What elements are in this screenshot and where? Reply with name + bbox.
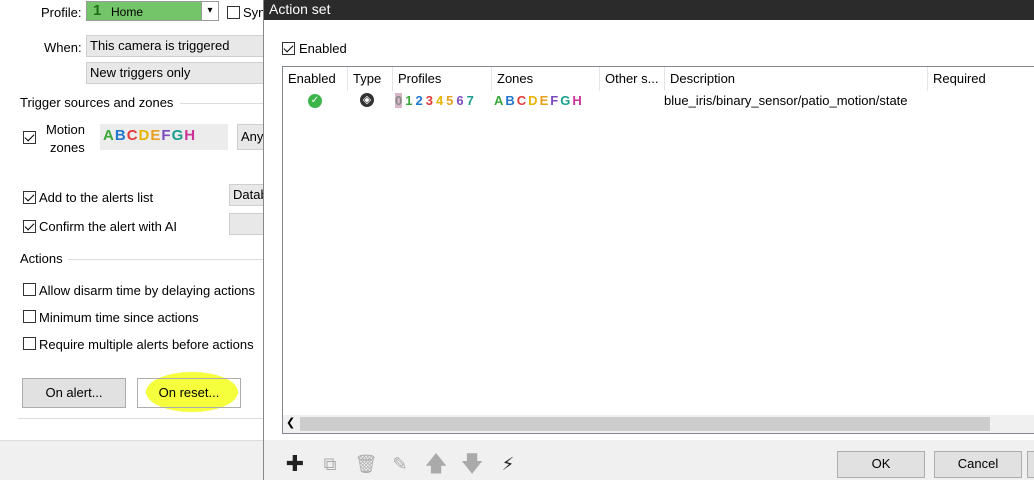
zone-g[interactable]: G: [172, 127, 185, 144]
row-description: blue_iris/binary_sensor/patio_motion/sta…: [664, 93, 908, 108]
trigger-mode-select[interactable]: New triggers only: [86, 62, 268, 84]
enabled-checkbox[interactable]: [282, 42, 295, 55]
table-row[interactable]: ✓ ◈ 01234567 ABCDEFGH blue_iris/binary_s…: [283, 91, 1034, 111]
profile-label: Profile:: [41, 5, 82, 20]
on-alert-button[interactable]: On alert...: [22, 378, 126, 408]
profile-3: 3: [425, 93, 433, 108]
row-zone-d: D: [528, 93, 538, 108]
cancel-button[interactable]: Cancel: [934, 451, 1022, 478]
zone-e[interactable]: E: [150, 127, 161, 144]
profile-1: 1: [405, 93, 413, 108]
require-multi-label: Require multiple alerts before actions: [39, 337, 254, 352]
ok-button[interactable]: OK: [837, 451, 925, 478]
panel-footer: [0, 440, 268, 480]
row-zones: ABCDEFGH: [494, 93, 598, 109]
chevron-down-icon[interactable]: ▾: [201, 2, 218, 20]
require-multi-checkbox[interactable]: [23, 337, 36, 350]
column-header-description[interactable]: Description: [665, 67, 928, 91]
profile-value: Home: [111, 5, 144, 19]
profile-6: 6: [456, 93, 464, 108]
group-divider: [18, 418, 268, 419]
lightning-icon[interactable]: ⚡: [496, 452, 520, 476]
zone-b[interactable]: B: [115, 127, 127, 144]
row-zone-b: B: [505, 93, 515, 108]
confirm-ai-label: Confirm the alert with AI: [39, 219, 177, 234]
row-zone-h: H: [572, 93, 582, 108]
row-zone-g: G: [560, 93, 571, 108]
profile-number: 1: [93, 2, 102, 19]
profile-2: 2: [415, 93, 423, 108]
allow-disarm-label: Allow disarm time by delaying actions: [39, 283, 256, 298]
profile-0: 0: [395, 93, 403, 108]
actions-table[interactable]: Enabled Type Profiles Zones Other s... D…: [282, 66, 1034, 434]
add-icon[interactable]: ✚: [283, 452, 307, 476]
profile-5: 5: [446, 93, 454, 108]
zone-a[interactable]: A: [103, 127, 115, 144]
zone-h[interactable]: H: [184, 127, 196, 144]
action-set-dialog: Action set Enabled Enabled Type Profiles…: [263, 0, 1034, 480]
profile-select[interactable]: 1 Home ▾: [86, 1, 219, 21]
move-up-icon[interactable]: 🡅: [424, 452, 448, 476]
when-label: When:: [44, 40, 82, 55]
row-zone-f: F: [550, 93, 559, 108]
min-time-checkbox[interactable]: [23, 310, 36, 323]
add-alerts-checkbox[interactable]: [23, 191, 36, 204]
zone-d[interactable]: D: [139, 127, 151, 144]
profile-4: 4: [435, 93, 444, 108]
row-profiles: 01234567: [395, 93, 489, 109]
column-header-zones[interactable]: Zones: [492, 67, 600, 91]
column-header-other[interactable]: Other s...: [600, 67, 665, 91]
profile-7: 7: [466, 93, 474, 108]
zones-label: zones: [50, 140, 85, 155]
column-header-enabled[interactable]: Enabled: [283, 67, 348, 91]
globe-icon: ◈: [360, 93, 374, 107]
motion-zones-checkbox[interactable]: [23, 131, 36, 144]
dialog-title: Action set: [264, 0, 1034, 20]
group-divider: [68, 259, 268, 260]
edit-icon[interactable]: ✎: [388, 452, 412, 476]
delete-icon[interactable]: 🗑: [354, 452, 378, 476]
more-button[interactable]: [1027, 451, 1034, 478]
zone-f[interactable]: F: [161, 127, 171, 144]
enabled-label: Enabled: [299, 41, 347, 56]
duplicate-icon[interactable]: ⧉: [318, 452, 342, 476]
when-select[interactable]: This camera is triggered: [86, 35, 268, 57]
trigger-group-title: Trigger sources and zones: [20, 95, 174, 110]
zone-c[interactable]: C: [127, 127, 139, 144]
row-zone-c: C: [516, 93, 527, 108]
on-reset-button[interactable]: On reset...: [137, 378, 241, 408]
motion-label: Motion: [46, 122, 86, 137]
scroll-left-icon[interactable]: ❮: [286, 416, 295, 429]
add-alerts-label: Add to the alerts list: [39, 190, 154, 205]
check-circle-icon: ✓: [308, 94, 322, 108]
allow-disarm-checkbox[interactable]: [23, 283, 36, 296]
row-zone-e: E: [539, 93, 549, 108]
move-down-icon[interactable]: 🡇: [460, 452, 484, 476]
motion-zones-selector[interactable]: ABCDEFGH: [100, 124, 228, 150]
scrollbar-thumb[interactable]: [300, 417, 990, 431]
group-divider: [180, 103, 268, 104]
sync-checkbox[interactable]: [227, 6, 240, 19]
confirm-ai-checkbox[interactable]: [23, 220, 36, 233]
alert-settings-panel: Profile: 1 Home ▾ Syn When: This camera …: [0, 0, 268, 480]
horizontal-scrollbar[interactable]: ❮: [283, 415, 1034, 433]
row-zone-a: A: [494, 93, 504, 108]
column-header-type[interactable]: Type: [348, 67, 393, 91]
actions-group-title: Actions: [20, 251, 63, 266]
min-time-label: Minimum time since actions: [39, 310, 199, 325]
column-header-profiles[interactable]: Profiles: [393, 67, 492, 91]
column-header-required[interactable]: Required: [928, 67, 1034, 91]
